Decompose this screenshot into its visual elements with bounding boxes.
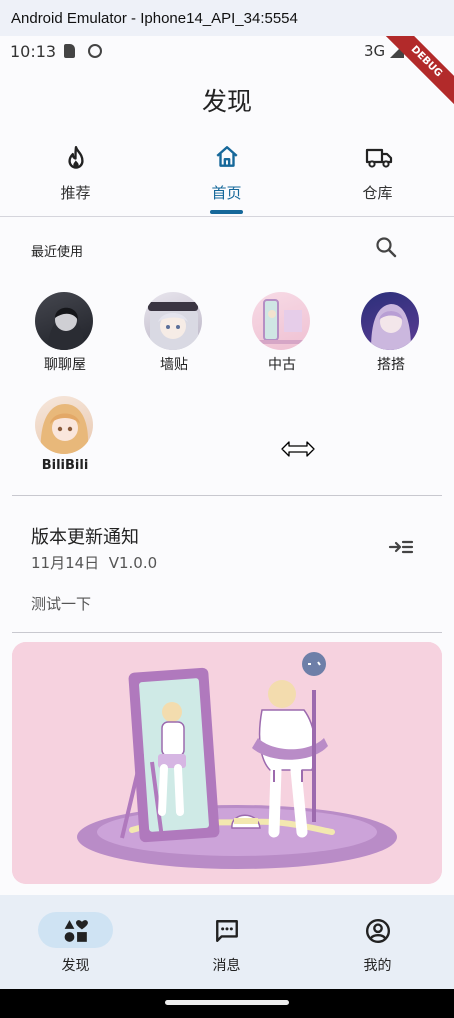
app-name: 聊聊屋 bbox=[44, 357, 86, 373]
emulator-title-bar: Android Emulator - Iphone14_API_34:5554 bbox=[0, 0, 454, 36]
section-divider bbox=[12, 632, 442, 633]
bottom-navigation: 发现 消息 我的 bbox=[0, 895, 454, 989]
sync-icon bbox=[88, 44, 102, 58]
notice-date: 11月14日 V1.0.0 bbox=[31, 552, 157, 573]
tab-recommend[interactable]: 推荐 bbox=[0, 136, 151, 216]
avatar bbox=[144, 292, 202, 350]
search-icon[interactable] bbox=[374, 235, 398, 259]
account-icon bbox=[365, 918, 391, 944]
avatar bbox=[361, 292, 419, 350]
nav-label: 我的 bbox=[363, 958, 392, 974]
banner-illustration[interactable] bbox=[12, 642, 442, 884]
explore-shapes-icon bbox=[64, 920, 88, 942]
recent-section-label: 最近使用 bbox=[31, 245, 84, 260]
flame-icon bbox=[68, 146, 84, 169]
home-icon bbox=[216, 146, 238, 167]
tab-label: 首页 bbox=[211, 184, 242, 202]
resize-cursor-icon bbox=[281, 441, 315, 457]
home-gesture-bar[interactable] bbox=[165, 1000, 289, 1005]
nav-messages[interactable]: 消息 bbox=[151, 895, 302, 989]
status-bar: 10:13 3G bbox=[0, 36, 454, 66]
notice-version: V1.0.0 bbox=[108, 554, 158, 572]
illustration-mirror bbox=[12, 642, 442, 884]
tab-label: 仓库 bbox=[362, 184, 393, 202]
avatar bbox=[35, 396, 93, 454]
notice-date-text: 11月14日 bbox=[31, 554, 100, 572]
phone-screen: 10:13 3G DEBUG 发现 推荐 首页 仓库 最近使用 聊聊屋 墙贴 中… bbox=[0, 36, 454, 1018]
network-type: 3G bbox=[364, 42, 386, 60]
page-title: 发现 bbox=[201, 87, 252, 116]
truck-icon bbox=[365, 148, 393, 168]
nav-profile[interactable]: 我的 bbox=[302, 895, 453, 989]
tab-label: 推荐 bbox=[60, 184, 91, 202]
tab-warehouse[interactable]: 仓库 bbox=[302, 136, 453, 216]
tab-home[interactable]: 首页 bbox=[151, 136, 302, 216]
app-name: BiliBili bbox=[41, 458, 89, 473]
avatar bbox=[252, 292, 310, 350]
top-tab-bar: 推荐 首页 仓库 bbox=[0, 136, 454, 217]
window-title: Android Emulator - Iphone14_API_34:5554 bbox=[11, 10, 298, 27]
expand-arrow-icon[interactable] bbox=[388, 537, 414, 557]
app-name: 中古 bbox=[268, 357, 296, 373]
app-name: 墙贴 bbox=[160, 357, 188, 373]
nav-label: 消息 bbox=[212, 958, 241, 974]
status-time: 10:13 bbox=[10, 42, 57, 61]
notice-title: 版本更新通知 bbox=[31, 527, 139, 548]
sd-card-icon bbox=[64, 44, 75, 58]
gesture-area bbox=[0, 989, 454, 1018]
message-icon bbox=[216, 920, 238, 942]
nav-discover[interactable]: 发现 bbox=[0, 895, 151, 989]
app-name: 搭搭 bbox=[377, 357, 405, 373]
tab-indicator bbox=[210, 210, 243, 214]
notice-body: 测试一下 bbox=[31, 595, 92, 613]
section-divider bbox=[12, 495, 442, 496]
avatar bbox=[35, 292, 93, 350]
nav-label: 发现 bbox=[61, 958, 90, 974]
